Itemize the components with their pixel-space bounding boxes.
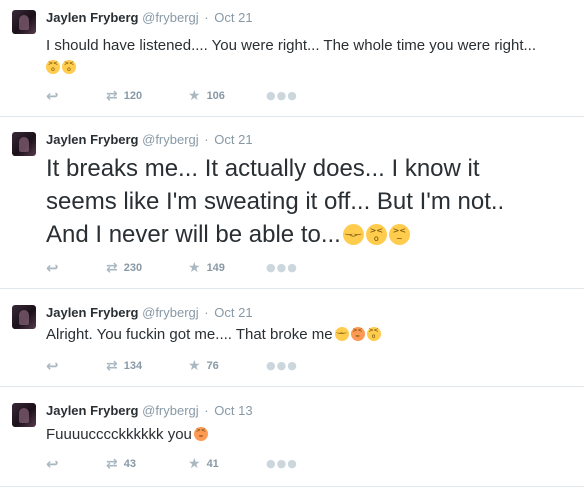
tweet[interactable]: Jaylen Fryberg @frybergj · Oct 21 Alrigh… <box>0 305 584 380</box>
more-icon: ●●● <box>266 359 298 372</box>
more-icon: ●●● <box>266 261 298 274</box>
favorite-count: 76 <box>206 360 219 372</box>
retweet-count: 134 <box>123 360 143 372</box>
reply-icon: ↩ <box>46 357 59 375</box>
more-button[interactable]: ●●● <box>266 88 298 104</box>
tweet-text: Fuuuucccckkkkkk you >< ≈ <box>46 425 208 445</box>
triumph-face-icon: >< ≈ <box>350 327 365 341</box>
divider <box>0 486 584 487</box>
tweet-header: Jaylen Fryberg @frybergj · Oct 21 <box>46 305 253 321</box>
tweet-header: Jaylen Fryberg @frybergj · Oct 21 <box>46 132 253 148</box>
more-button[interactable]: ●●● <box>266 358 298 374</box>
pensive-face-icon: ‿ ‿ ︶ <box>342 224 364 245</box>
tweet[interactable]: Jaylen Fryberg @frybergj · Oct 21 It bre… <box>0 132 584 282</box>
retweet-button[interactable]: ⇄ 43 <box>106 456 136 472</box>
separator: · <box>204 132 209 147</box>
separator: · <box>204 305 209 320</box>
favorite-count: 149 <box>206 262 225 274</box>
retweet-button[interactable]: ⇄ 120 <box>106 88 142 104</box>
tweet-text-line: And I never will be able to... <box>46 221 341 248</box>
retweet-count: 120 <box>123 90 143 102</box>
tired-face-icon: >< o <box>62 60 76 74</box>
star-icon: ★ <box>188 456 201 472</box>
timestamp[interactable]: Oct 13 <box>214 403 252 418</box>
separator: · <box>204 10 209 25</box>
favorite-button[interactable]: ★ 41 <box>188 456 219 472</box>
tweet[interactable]: Jaylen Fryberg @frybergj · Oct 21 I shou… <box>0 10 584 110</box>
confounded-face-icon: >< ~ <box>388 224 410 245</box>
reply-button[interactable]: ↩ <box>46 456 59 472</box>
tweet-text: It breaks me... It actually does... I kn… <box>46 152 504 251</box>
star-icon: ★ <box>188 88 201 104</box>
tweet-text-content: Fuuuucccckkkkkk you <box>46 426 192 443</box>
more-icon: ●●● <box>266 89 298 102</box>
tweet-text: I should have listened.... You were righ… <box>46 36 536 78</box>
tweet-text-content: Alright. You fuckin got me.... That brok… <box>46 326 333 343</box>
more-button[interactable]: ●●● <box>266 260 298 276</box>
timestamp[interactable]: Oct 21 <box>214 132 252 147</box>
retweet-button[interactable]: ⇄ 230 <box>106 260 142 276</box>
divider <box>0 288 584 289</box>
timestamp[interactable]: Oct 21 <box>214 10 252 25</box>
user-handle[interactable]: @frybergj <box>142 305 199 320</box>
reply-icon: ↩ <box>46 455 59 473</box>
favorite-count: 106 <box>206 90 225 102</box>
tweet-header: Jaylen Fryberg @frybergj · Oct 21 <box>46 10 253 26</box>
favorite-button[interactable]: ★ 76 <box>188 358 219 374</box>
triumph-face-icon: >< ≈ <box>193 427 208 441</box>
tired-face-icon: >< o <box>366 327 381 341</box>
tweet-header: Jaylen Fryberg @frybergj · Oct 13 <box>46 403 253 419</box>
retweet-count: 43 <box>123 458 136 470</box>
retweet-count: 230 <box>123 262 143 274</box>
reply-icon: ↩ <box>46 87 59 105</box>
star-icon: ★ <box>188 260 201 276</box>
reply-button[interactable]: ↩ <box>46 358 59 374</box>
reply-button[interactable]: ↩ <box>46 260 59 276</box>
tweet-text-line: seems like I'm sweating it off... But I'… <box>46 188 505 215</box>
user-name[interactable]: Jaylen Fryberg <box>46 132 139 147</box>
timestamp[interactable]: Oct 21 <box>214 305 252 320</box>
retweet-icon: ⇄ <box>106 456 118 472</box>
retweet-icon: ⇄ <box>106 358 118 374</box>
user-handle[interactable]: @frybergj <box>142 403 199 418</box>
tweet[interactable]: Jaylen Fryberg @frybergj · Oct 13 Fuuuuc… <box>0 403 584 478</box>
retweet-button[interactable]: ⇄ 134 <box>106 358 142 374</box>
more-button[interactable]: ●●● <box>266 456 298 472</box>
favorite-button[interactable]: ★ 106 <box>188 88 225 104</box>
user-handle[interactable]: @frybergj <box>142 132 199 147</box>
avatar[interactable] <box>12 403 36 427</box>
user-name[interactable]: Jaylen Fryberg <box>46 403 139 418</box>
divider <box>0 116 584 117</box>
reply-button[interactable]: ↩ <box>46 88 59 104</box>
retweet-icon: ⇄ <box>106 88 118 104</box>
pensive-face-icon: ‿‿ ︶ <box>334 327 349 341</box>
reply-icon: ↩ <box>46 259 59 277</box>
tweet-text-content: I should have listened.... You were righ… <box>46 37 536 54</box>
avatar[interactable] <box>12 305 36 329</box>
user-name[interactable]: Jaylen Fryberg <box>46 305 139 320</box>
favorite-button[interactable]: ★ 149 <box>188 260 225 276</box>
avatar[interactable] <box>12 10 36 34</box>
favorite-count: 41 <box>206 458 219 470</box>
more-icon: ●●● <box>266 457 298 470</box>
user-name[interactable]: Jaylen Fryberg <box>46 10 139 25</box>
separator: · <box>204 403 209 418</box>
star-icon: ★ <box>188 358 201 374</box>
tweet-text: Alright. You fuckin got me.... That brok… <box>46 325 381 345</box>
tweet-text-line: It breaks me... It actually does... I kn… <box>46 155 480 182</box>
tired-face-icon: >< o <box>46 60 60 74</box>
tired-face-icon: >< o <box>365 224 387 245</box>
user-handle[interactable]: @frybergj <box>142 10 199 25</box>
retweet-icon: ⇄ <box>106 260 118 276</box>
avatar[interactable] <box>12 132 36 156</box>
divider <box>0 386 584 387</box>
